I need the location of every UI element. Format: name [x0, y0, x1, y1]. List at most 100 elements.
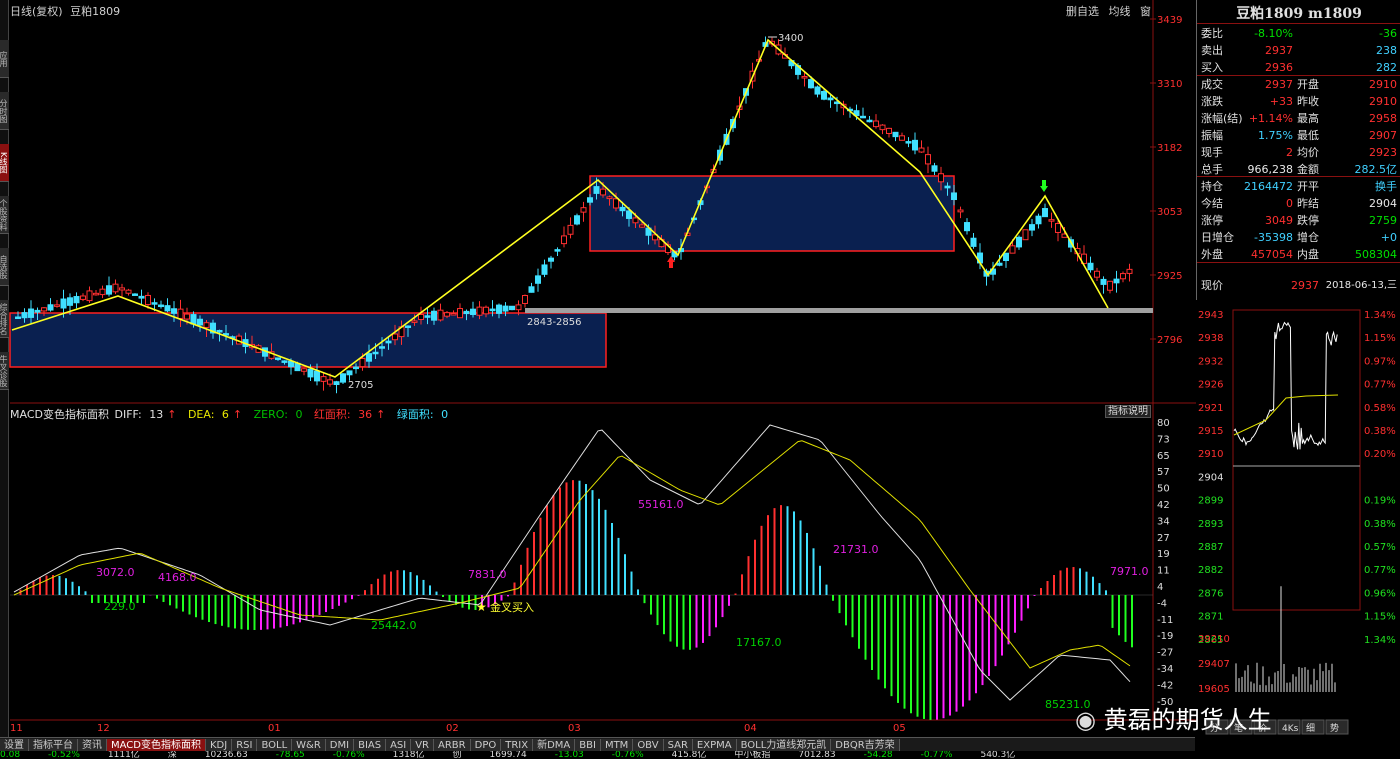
quote-row: 涨停 3049 跌停 2759 — [1197, 212, 1400, 229]
support-band — [525, 308, 1153, 313]
candle-body — [444, 312, 450, 317]
mini-price-tick: 2938 — [1198, 333, 1223, 344]
candle-body — [1003, 252, 1009, 262]
window-button[interactable]: 窗 — [1140, 5, 1151, 18]
indicator-tab[interactable]: DMI — [325, 739, 355, 751]
candle-body — [814, 86, 821, 95]
macd-area-label: 229.0 — [104, 600, 136, 613]
candle-body — [801, 76, 808, 79]
quote-key2: 开平 — [1297, 180, 1319, 193]
weibo-watermark: ◉ 黄磊的期货人生 — [1075, 700, 1272, 735]
candle-body — [15, 316, 21, 320]
candle-body — [606, 196, 613, 200]
diff-label: DIFF: — [114, 408, 142, 421]
indicator-tab[interactable]: VR — [411, 739, 435, 751]
red-area-label: 红面积: — [313, 408, 351, 421]
status-value: 7012.83 — [798, 751, 836, 759]
indicator-tab[interactable]: KDJ — [205, 739, 233, 751]
candle-body — [112, 283, 119, 293]
candle-body — [892, 131, 899, 138]
candle-body — [496, 304, 502, 314]
indicator-tab[interactable]: DPO — [470, 739, 502, 751]
indicator-tab[interactable]: 指标平台 — [29, 739, 78, 751]
quote-row: 日增仓 -35398 增仓 +0 — [1197, 229, 1400, 246]
macd-tick: 11 — [1157, 566, 1170, 577]
mini-tab[interactable]: 4Ks — [1282, 724, 1299, 734]
mini-vol-tick: 29407 — [1198, 659, 1230, 670]
indicator-tab[interactable]: 新DMA — [533, 739, 576, 751]
dea-value: 6 — [221, 408, 229, 421]
macd-tick: 50 — [1157, 484, 1170, 495]
mini-pct-tick: 1.34% — [1364, 635, 1396, 646]
indicator-tab[interactable]: MACD变色指标面积 — [107, 739, 206, 751]
kline-chart[interactable]: 343933103182305329252796340027052843-285… — [0, 0, 1196, 737]
zero-value: 0 — [295, 408, 303, 421]
indicator-tab[interactable]: RSI — [232, 739, 258, 751]
quote-value: 2936 — [1265, 61, 1293, 74]
indicator-tab[interactable]: TRIX — [501, 739, 534, 751]
indicator-tab[interactable]: BOLL力道线郑元凯 — [736, 739, 832, 751]
indicator-tab[interactable]: 资讯 — [78, 739, 107, 751]
moving-average-button[interactable]: 均线 — [1109, 5, 1131, 18]
mini-price-tick: 2915 — [1198, 426, 1223, 437]
candle-body — [938, 173, 944, 183]
mini-tab[interactable]: 势 — [1330, 722, 1339, 734]
quote-value2: 2923 — [1369, 146, 1397, 159]
quote-row: 现手 2 均价 2923 — [1197, 144, 1400, 161]
candle-body — [54, 304, 60, 307]
indicator-tab[interactable]: SAR — [663, 739, 693, 751]
price-label: 现价 — [1201, 279, 1223, 292]
mini-price-tick: 2932 — [1198, 356, 1223, 367]
indicator-tab[interactable]: ARBR — [434, 739, 471, 751]
mini-pct-tick: 1.15% — [1364, 612, 1396, 623]
candle-body — [216, 329, 223, 333]
candle-body — [60, 298, 67, 309]
low-label: 2705 — [348, 380, 373, 391]
quote-value: 2937 — [1265, 44, 1293, 57]
time-tick: 01 — [268, 723, 281, 734]
remove-watchlist-button[interactable]: 删自选 — [1066, 5, 1099, 18]
macd-area-label: 7971.0 — [1110, 565, 1149, 578]
candle-body — [437, 309, 444, 321]
mini-price-tick: 2882 — [1198, 565, 1223, 576]
indicator-tab[interactable]: BOLL — [257, 739, 293, 751]
quote-value: -35398 — [1254, 231, 1293, 244]
indicator-help-button[interactable]: 指标说明 — [1105, 405, 1151, 418]
candle-body — [353, 366, 359, 370]
mini-tab[interactable]: 细 — [1306, 722, 1315, 734]
candle-body — [457, 308, 463, 319]
status-value: -0.76% — [611, 751, 644, 759]
indicator-tab[interactable]: 设置 — [0, 739, 29, 751]
indicator-tab[interactable]: W&R — [292, 739, 326, 751]
indicator-tab[interactable]: OBV — [633, 739, 664, 751]
mini-price-tick: 2921 — [1198, 403, 1223, 414]
quote-value2: 2910 — [1369, 95, 1397, 108]
indicator-tab[interactable]: BIAS — [354, 739, 387, 751]
indicator-tab[interactable]: MTM — [600, 739, 634, 751]
indicator-tab[interactable]: BBI — [575, 739, 601, 751]
candle-body — [886, 127, 892, 134]
status-value: -78.65 — [275, 751, 305, 759]
quote-key: 现手 — [1201, 146, 1223, 159]
period-label[interactable]: 日线(复权) — [10, 5, 63, 18]
mini-price-tick: 2910 — [1198, 449, 1223, 460]
quote-value2: +0 — [1380, 231, 1397, 244]
candle-body — [80, 295, 86, 300]
candle-body — [203, 322, 210, 328]
macd-area-label: 3072.0 — [96, 566, 135, 579]
candle-body — [28, 308, 34, 318]
candle-body — [470, 308, 476, 315]
candle-body — [190, 314, 197, 325]
intraday-mini-chart[interactable]: 2943 2938 2932 2926 2921 2915 2910 2904 2899 2893… — [1196, 300, 1400, 737]
indicator-tab[interactable]: DBQR吉芳荣 — [831, 739, 900, 751]
macd-area-label: 25442.0 — [371, 619, 417, 632]
macd-tick: -11 — [1157, 615, 1173, 626]
indicator-tab[interactable]: ASI — [386, 739, 412, 751]
macd-tick: 19 — [1157, 549, 1170, 560]
candle-body — [476, 306, 483, 316]
indicator-tab[interactable]: EXPMA — [692, 739, 737, 751]
macd-tick: 73 — [1157, 434, 1170, 445]
candle-body — [957, 209, 964, 213]
candle-body — [372, 351, 379, 355]
candle-body — [912, 139, 918, 151]
